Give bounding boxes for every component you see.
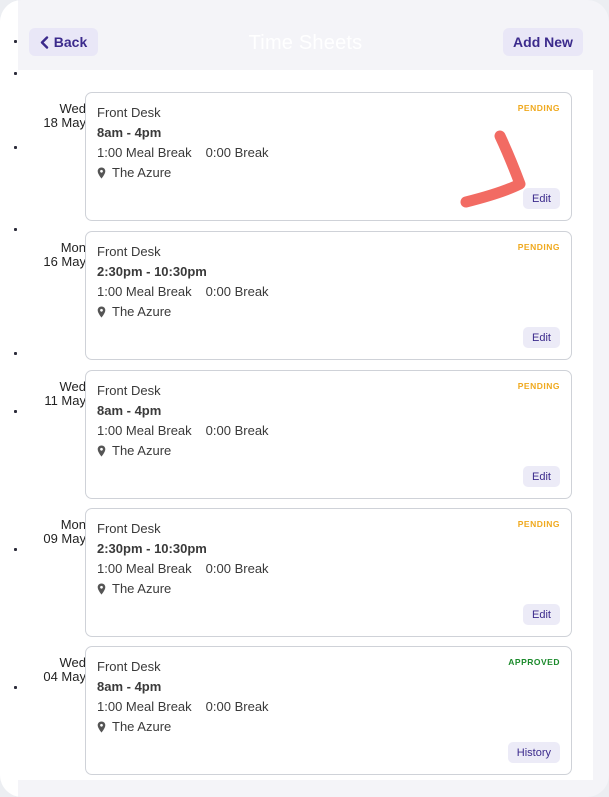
entry-meal-break: 1:00 Meal Break: [97, 284, 192, 299]
status-badge: APPROVED: [508, 657, 560, 667]
entry-day: Wed: [59, 101, 87, 116]
timesheet-entry: Wed 11 May Front Desk 8am - 4pm 1:00 Mea…: [18, 370, 593, 499]
entry-date: Wed 04 May: [18, 656, 86, 684]
entry-breaks: 1:00 Meal Break 0:00 Break: [97, 699, 269, 714]
entry-date-label: 18 May: [43, 115, 86, 130]
location-pin-icon: [97, 721, 106, 732]
entry-breaks: 1:00 Meal Break 0:00 Break: [97, 561, 269, 576]
timesheet-list: Wed 18 May Front Desk 8am - 4pm 1:00 Mea…: [18, 70, 593, 780]
entry-meal-break: 1:00 Meal Break: [97, 145, 192, 160]
timesheet-entry: Wed 04 May Front Desk 8am - 4pm 1:00 Mea…: [18, 646, 593, 775]
status-badge: PENDING: [517, 381, 560, 391]
entry-date: Wed 18 May: [18, 102, 86, 130]
entry-location-label: The Azure: [112, 581, 172, 596]
timesheet-card[interactable]: Front Desk 8am - 4pm 1:00 Meal Break 0:00…: [85, 92, 572, 221]
status-badge: PENDING: [517, 242, 560, 252]
entry-time: 2:30pm - 10:30pm: [97, 264, 207, 279]
timesheet-entry: Wed 18 May Front Desk 8am - 4pm 1:00 Mea…: [18, 92, 593, 221]
history-button[interactable]: History: [507, 742, 560, 763]
entry-date-label: 04 May: [43, 669, 86, 684]
entry-date: Mon 16 May: [18, 241, 86, 269]
location-pin-icon: [97, 583, 106, 594]
entry-location-label: The Azure: [112, 443, 172, 458]
entry-date-label: 09 May: [43, 531, 86, 546]
entry-position: Front Desk: [97, 244, 161, 259]
entry-location: The Azure: [97, 165, 171, 180]
entry-day: Mon: [60, 517, 86, 532]
entry-day: Mon: [60, 240, 86, 255]
timesheet-card[interactable]: Front Desk 8am - 4pm 1:00 Meal Break 0:00…: [85, 370, 572, 499]
entry-time: 8am - 4pm: [97, 125, 162, 140]
entry-date: Mon 09 May: [18, 518, 86, 546]
entry-break: 0:00 Break: [205, 145, 269, 160]
entry-meal-break: 1:00 Meal Break: [97, 699, 192, 714]
status-badge: PENDING: [517, 519, 560, 529]
entry-location: The Azure: [97, 304, 171, 319]
background-app-edge: [0, 0, 18, 797]
location-pin-icon: [97, 306, 106, 317]
entry-location: The Azure: [97, 581, 171, 596]
entry-location-label: The Azure: [112, 304, 172, 319]
entry-location: The Azure: [97, 719, 171, 734]
entry-position: Front Desk: [97, 383, 161, 398]
entry-break: 0:00 Break: [205, 423, 269, 438]
entry-time: 8am - 4pm: [97, 403, 162, 418]
entry-meal-break: 1:00 Meal Break: [97, 423, 192, 438]
entry-location: The Azure: [97, 443, 171, 458]
location-pin-icon: [97, 167, 106, 178]
timesheet-card[interactable]: Front Desk 2:30pm - 10:30pm 1:00 Meal Br…: [85, 231, 572, 360]
entry-break: 0:00 Break: [205, 699, 269, 714]
entry-day: Wed: [59, 655, 87, 670]
entry-breaks: 1:00 Meal Break 0:00 Break: [97, 145, 269, 160]
edit-button[interactable]: Edit: [523, 466, 560, 487]
entry-break: 0:00 Break: [205, 284, 269, 299]
entry-position: Front Desk: [97, 521, 161, 536]
header-bar: Back Time Sheets Add New: [18, 0, 593, 70]
device-frame: Back Time Sheets Add New Wed 18 May Fron…: [0, 0, 609, 797]
timesheet-card[interactable]: Front Desk 2:30pm - 10:30pm 1:00 Meal Br…: [85, 508, 572, 637]
entry-time: 8am - 4pm: [97, 679, 162, 694]
entry-breaks: 1:00 Meal Break 0:00 Break: [97, 284, 269, 299]
timesheet-entry: Mon 16 May Front Desk 2:30pm - 10:30pm 1…: [18, 231, 593, 360]
entry-day: Wed: [59, 379, 87, 394]
timesheet-card[interactable]: Front Desk 8am - 4pm 1:00 Meal Break 0:00…: [85, 646, 572, 775]
location-pin-icon: [97, 445, 106, 456]
status-badge: PENDING: [517, 103, 560, 113]
entry-time: 2:30pm - 10:30pm: [97, 541, 207, 556]
entry-breaks: 1:00 Meal Break 0:00 Break: [97, 423, 269, 438]
timesheet-entry: Mon 09 May Front Desk 2:30pm - 10:30pm 1…: [18, 508, 593, 637]
add-new-button[interactable]: Add New: [503, 28, 583, 56]
entry-location-label: The Azure: [112, 719, 172, 734]
entry-position: Front Desk: [97, 659, 161, 674]
entry-date-label: 11 May: [44, 393, 86, 408]
edit-button[interactable]: Edit: [523, 327, 560, 348]
entry-date-label: 16 May: [43, 254, 86, 269]
entry-date: Wed 11 May: [18, 380, 86, 408]
edit-button[interactable]: Edit: [523, 604, 560, 625]
entry-location-label: The Azure: [112, 165, 172, 180]
entry-position: Front Desk: [97, 105, 161, 120]
entry-break: 0:00 Break: [205, 561, 269, 576]
entry-meal-break: 1:00 Meal Break: [97, 561, 192, 576]
edit-button[interactable]: Edit: [523, 188, 560, 209]
